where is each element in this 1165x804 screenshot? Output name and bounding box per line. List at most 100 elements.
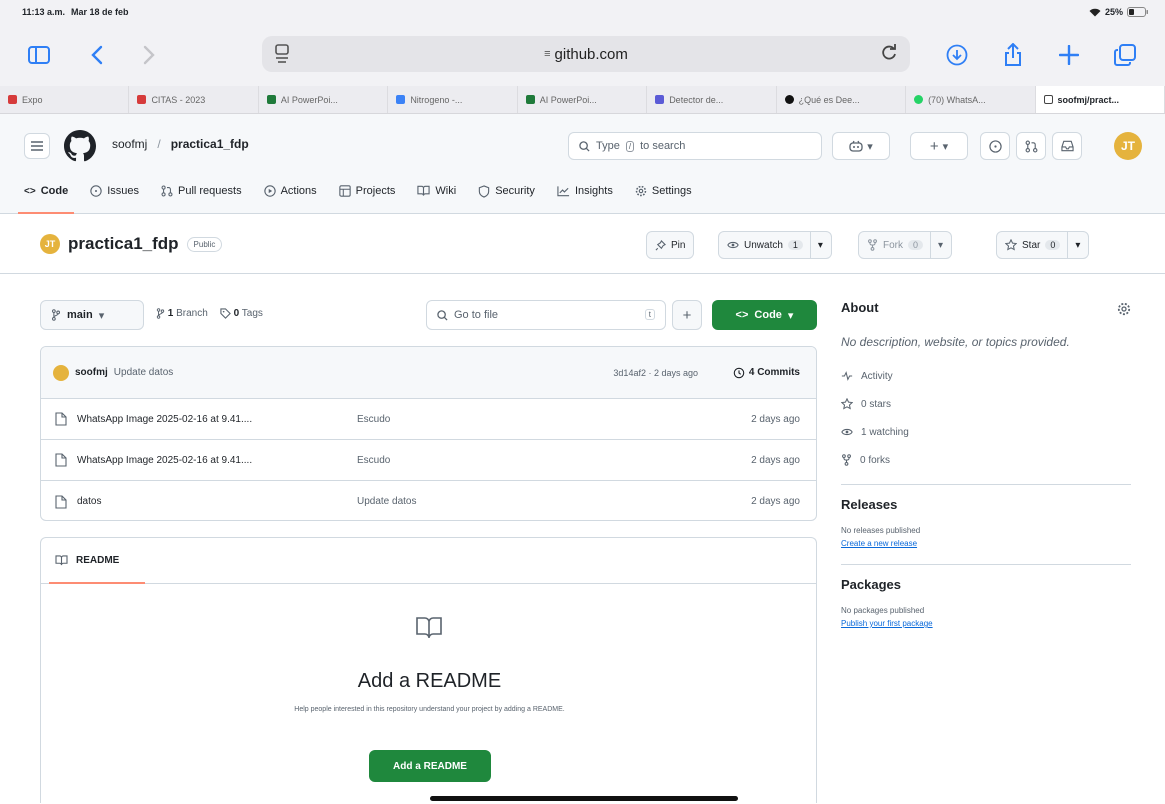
watch-count: 1	[787, 240, 803, 250]
tab-insights[interactable]: Insights	[557, 178, 613, 204]
chevron-down-icon[interactable]: ▾	[1075, 240, 1080, 251]
packages-title[interactable]: Packages	[841, 577, 1131, 592]
branches-link[interactable]: 1 Branch	[156, 308, 208, 319]
code-icon: <>	[24, 185, 36, 197]
stars-link[interactable]: 0 stars	[841, 390, 1131, 418]
page-menu-icon[interactable]	[274, 44, 290, 64]
browser-tab-nitrogeno[interactable]: Nitrogeno -...	[388, 86, 518, 113]
create-release-link[interactable]: Create a new release	[841, 539, 1131, 548]
add-readme-button[interactable]: Add a README	[369, 750, 491, 782]
commit-message[interactable]: Update datos	[114, 367, 174, 378]
create-new-button[interactable]: + ▾	[910, 132, 968, 160]
issues-header-button[interactable]	[980, 132, 1010, 160]
table-row[interactable]: WhatsApp Image 2025-02-16 at 9.41.... Es…	[41, 399, 816, 440]
tab-security[interactable]: Security	[478, 178, 535, 204]
chevron-down-icon: ▾	[867, 140, 873, 153]
divider	[930, 231, 932, 259]
repo-name[interactable]: practica1_fdp	[68, 234, 179, 254]
add-file-button[interactable]: +	[672, 300, 702, 330]
issue-opened-icon	[988, 139, 1002, 153]
download-icon[interactable]	[940, 38, 974, 72]
menu-icon[interactable]	[24, 133, 50, 159]
tab-actions[interactable]: Actions	[263, 178, 317, 204]
file-icon	[55, 494, 67, 509]
browser-tab-detector[interactable]: Detector de...	[647, 86, 777, 113]
tab-projects[interactable]: Projects	[338, 178, 395, 204]
pull-requests-header-button[interactable]	[1016, 132, 1046, 160]
divider	[841, 564, 1131, 565]
browser-tab-powerpoint-1[interactable]: AI PowerPoi...	[259, 86, 389, 113]
readme-description: Help people interested in this repositor…	[294, 706, 565, 713]
breadcrumb-repo[interactable]: practica1_fdp	[171, 137, 249, 151]
favicon-icon	[8, 95, 17, 104]
home-indicator[interactable]	[430, 796, 738, 801]
tags-link[interactable]: 0 Tags	[220, 308, 263, 319]
releases-title[interactable]: Releases	[841, 497, 1131, 512]
sidebar-toggle-icon[interactable]	[22, 38, 56, 72]
divider	[809, 231, 811, 259]
reload-icon[interactable]	[880, 44, 898, 62]
watching-link[interactable]: 1 watching	[841, 418, 1131, 446]
repo-owner-avatar: JT	[40, 234, 60, 254]
inbox-button[interactable]	[1052, 132, 1082, 160]
repo-forked-icon	[867, 239, 878, 251]
commits-link[interactable]: 4 Commits	[733, 367, 800, 379]
favicon-icon	[784, 95, 794, 104]
tab-overview-icon[interactable]	[1108, 38, 1142, 72]
copilot-button[interactable]: ▾	[832, 132, 890, 160]
file-name[interactable]: WhatsApp Image 2025-02-16 at 9.41....	[77, 455, 327, 466]
address-bar[interactable]: ≡ github.com	[262, 36, 910, 72]
table-row[interactable]: WhatsApp Image 2025-02-16 at 9.41.... Es…	[41, 440, 816, 481]
fork-button[interactable]: Fork 0 ▾	[858, 231, 953, 259]
tab-pull-requests[interactable]: Pull requests	[161, 178, 242, 204]
search-input[interactable]: Type / to search	[568, 132, 822, 160]
share-icon[interactable]	[996, 38, 1030, 72]
copilot-icon	[849, 140, 863, 152]
gear-icon[interactable]	[1117, 302, 1131, 316]
back-icon[interactable]	[80, 38, 114, 72]
commit-author[interactable]: soofmj	[75, 367, 108, 378]
tab-wiki[interactable]: Wiki	[417, 178, 456, 204]
file-name[interactable]: datos	[77, 496, 327, 507]
pin-button[interactable]: Pin	[646, 231, 695, 259]
status-bar: 11:13 a.m. Mar 18 de feb 25%	[0, 0, 1165, 24]
avatar[interactable]: JT	[1114, 132, 1142, 160]
publish-package-link[interactable]: Publish your first package	[841, 619, 1131, 628]
unwatch-button[interactable]: Unwatch 1 ▾	[718, 231, 832, 259]
tab-issues[interactable]: Issues	[90, 178, 139, 204]
pin-icon	[655, 239, 666, 251]
releases-section: Releases No releases published Create a …	[841, 497, 1131, 548]
branch-name: main	[67, 309, 93, 321]
plus-icon: +	[682, 306, 692, 324]
file-name[interactable]: WhatsApp Image 2025-02-16 at 9.41....	[77, 414, 327, 425]
browser-tab-citas[interactable]: CITAS - 2023	[129, 86, 259, 113]
code-button[interactable]: <> Code ▾	[712, 300, 817, 330]
repo-forked-icon	[841, 454, 852, 466]
tab-settings[interactable]: Settings	[635, 178, 692, 204]
browser-tab-deepseek[interactable]: ¿Qué es Dee...	[777, 86, 907, 113]
table-row[interactable]: datos Update datos 2 days ago	[41, 481, 816, 520]
file-commit-message[interactable]: Escudo	[357, 414, 390, 425]
browser-tab-github[interactable]: soofmj/pract...	[1035, 86, 1165, 113]
chevron-down-icon[interactable]: ▾	[938, 240, 943, 251]
readme-tab[interactable]: README	[41, 538, 816, 584]
divider	[841, 484, 1131, 485]
file-commit-message[interactable]: Update datos	[357, 496, 417, 507]
branch-selector[interactable]: main ▾	[40, 300, 144, 330]
forks-link[interactable]: 0 forks	[841, 446, 1131, 474]
go-to-file-input[interactable]: Go to file t	[426, 300, 666, 330]
forward-icon[interactable]	[132, 38, 166, 72]
star-button[interactable]: Star 0 ▾	[996, 231, 1090, 259]
new-tab-icon[interactable]	[1052, 38, 1086, 72]
browser-tab-whatsapp[interactable]: (70) WhatsA...	[906, 86, 1036, 113]
commit-hash[interactable]: 3d14af2 · 2 days ago	[613, 368, 698, 378]
file-commit-message[interactable]: Escudo	[357, 455, 390, 466]
chevron-down-icon[interactable]: ▾	[818, 240, 823, 251]
browser-tab-powerpoint-2[interactable]: AI PowerPoi...	[518, 86, 648, 113]
browser-tab-expo[interactable]: Expo	[0, 86, 130, 113]
tab-code[interactable]: <> Code	[17, 178, 75, 214]
breadcrumb-owner[interactable]: soofmj	[112, 137, 147, 151]
activity-link[interactable]: Activity	[841, 362, 1131, 390]
pulse-icon	[841, 371, 853, 381]
github-logo-icon[interactable]	[64, 130, 96, 162]
